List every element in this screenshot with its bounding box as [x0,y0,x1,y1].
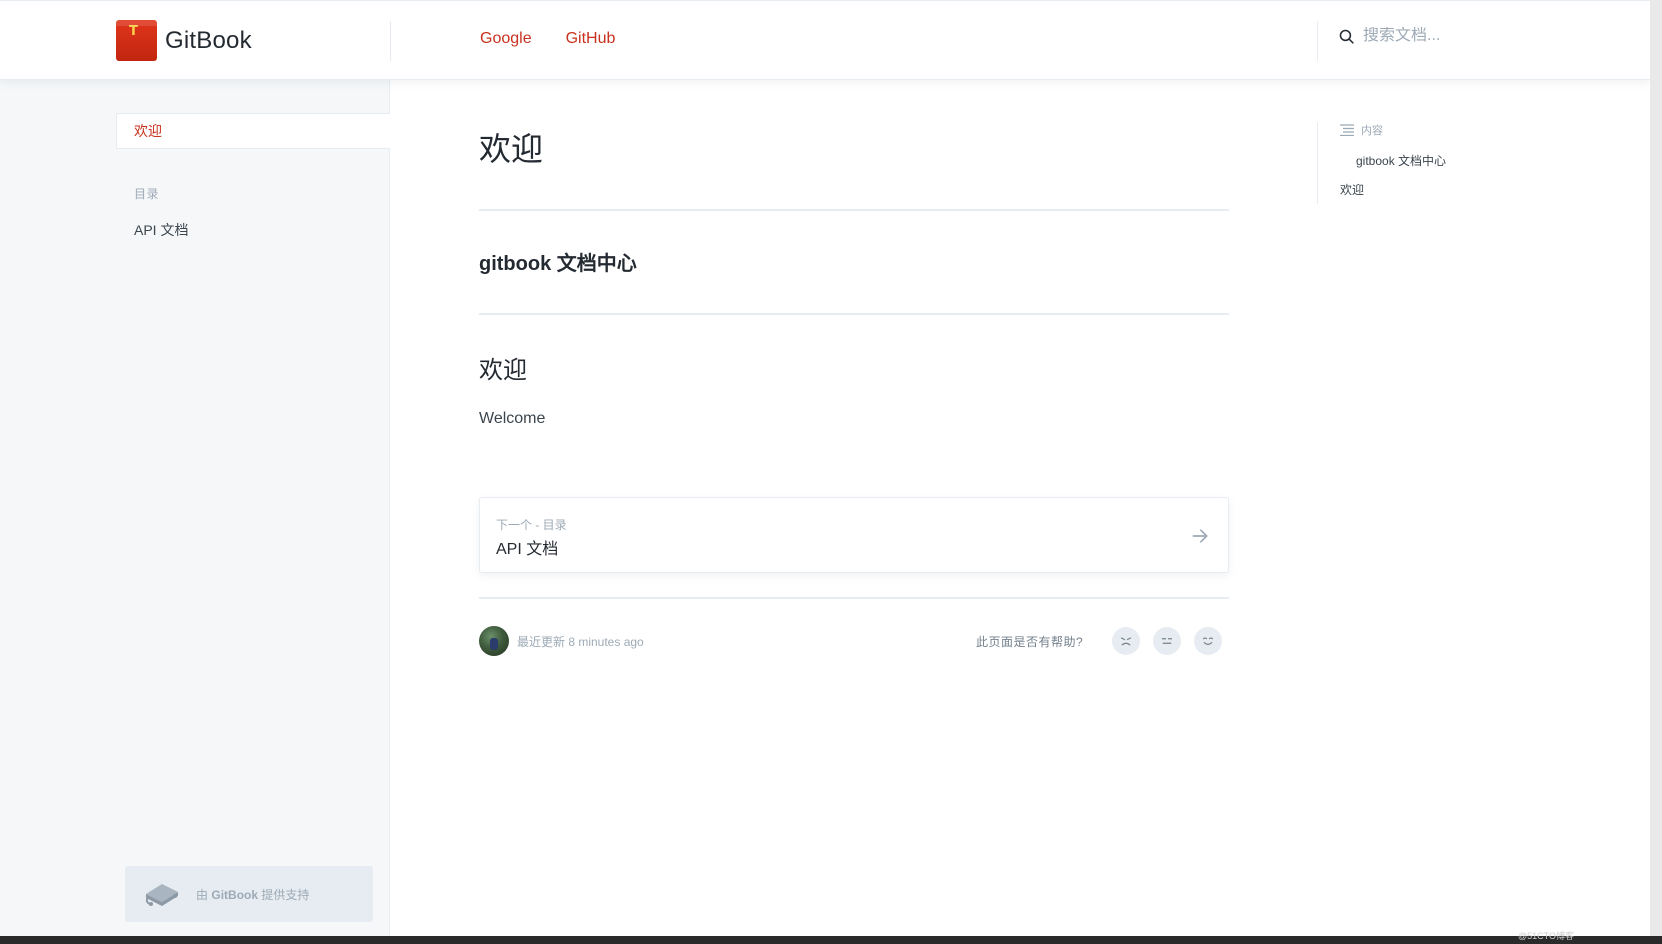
welcome-paragraph: Welcome [479,410,546,427]
watermark: @51CTO博客 [1518,931,1574,941]
section-divider [479,313,1229,315]
sidebar: 欢迎 目录 API 文档 由 GitBook 提供支持 [0,80,390,936]
search-divider [1317,21,1318,61]
link-google[interactable]: Google [480,30,532,48]
helpful-question: 此页面是否有帮助? [976,635,1084,649]
window-edge [1650,0,1662,944]
next-page-title: API 文档 [496,541,559,558]
page-title: 欢迎 [479,131,544,167]
top-header: T GitBook Google GitHub [0,1,1650,80]
header-divider [390,21,391,61]
powered-by-suffix: 提供支持 [261,887,310,902]
heading-gitbook-center: gitbook 文档中心 [479,253,637,275]
sidebar-section-title: 目录 [134,187,160,201]
search-box[interactable] [1338,27,1563,45]
neutral-face-icon [1161,638,1173,644]
link-github[interactable]: GitHub [566,30,616,48]
happy-face-icon [1202,637,1214,645]
feedback-neutral-button[interactable] [1153,627,1181,655]
powered-by-text: 由 GitBook 提供支持 [196,886,309,903]
logo-glyph: T [129,24,138,39]
powered-by-brand: GitBook [211,887,259,902]
title-divider [479,209,1229,211]
feedback-happy-button[interactable] [1194,627,1222,655]
logo-text: GitBook [165,26,252,54]
book-icon [145,884,178,906]
footer-divider [479,597,1229,599]
heading-welcome: 欢迎 [479,357,527,384]
table-of-contents: 内容 gitbook 文档中心 欢迎 [1317,122,1517,204]
arrow-right-icon [1192,529,1208,543]
search-input[interactable] [1363,27,1563,45]
gitbook-page: T GitBook Google GitHub 欢迎 目录 API 文档 [0,0,1650,936]
header-nav: Google GitHub [480,30,615,48]
logo[interactable]: T GitBook [116,20,252,61]
toc-item-gitbook-center[interactable]: gitbook 文档中心 [1356,152,1446,169]
last-updated: 最近更新 8 minutes ago [517,635,644,649]
toc-item-welcome[interactable]: 欢迎 [1340,181,1364,198]
powered-by-prefix: 由 [196,887,209,902]
next-page-hint: 下一个 - 目录 [496,518,567,532]
powered-by-gitbook[interactable]: 由 GitBook 提供支持 [125,866,373,922]
gitbook-logo-icon: T [116,20,157,61]
sad-face-icon [1120,637,1132,646]
avatar [479,626,509,656]
list-icon [1340,124,1354,136]
toc-heading: 内容 [1340,122,1383,138]
page-footer: 最近更新 8 minutes ago 此页面是否有帮助? [479,623,1229,659]
search-icon [1339,29,1354,44]
window-bottom-edge [0,936,1662,944]
sidebar-item-welcome[interactable]: 欢迎 [116,113,390,149]
next-page-card[interactable]: 下一个 - 目录 API 文档 [479,497,1229,573]
feedback-sad-button[interactable] [1112,627,1140,655]
sidebar-item-api-docs[interactable]: API 文档 [134,220,188,240]
toc-heading-label: 内容 [1361,125,1383,137]
